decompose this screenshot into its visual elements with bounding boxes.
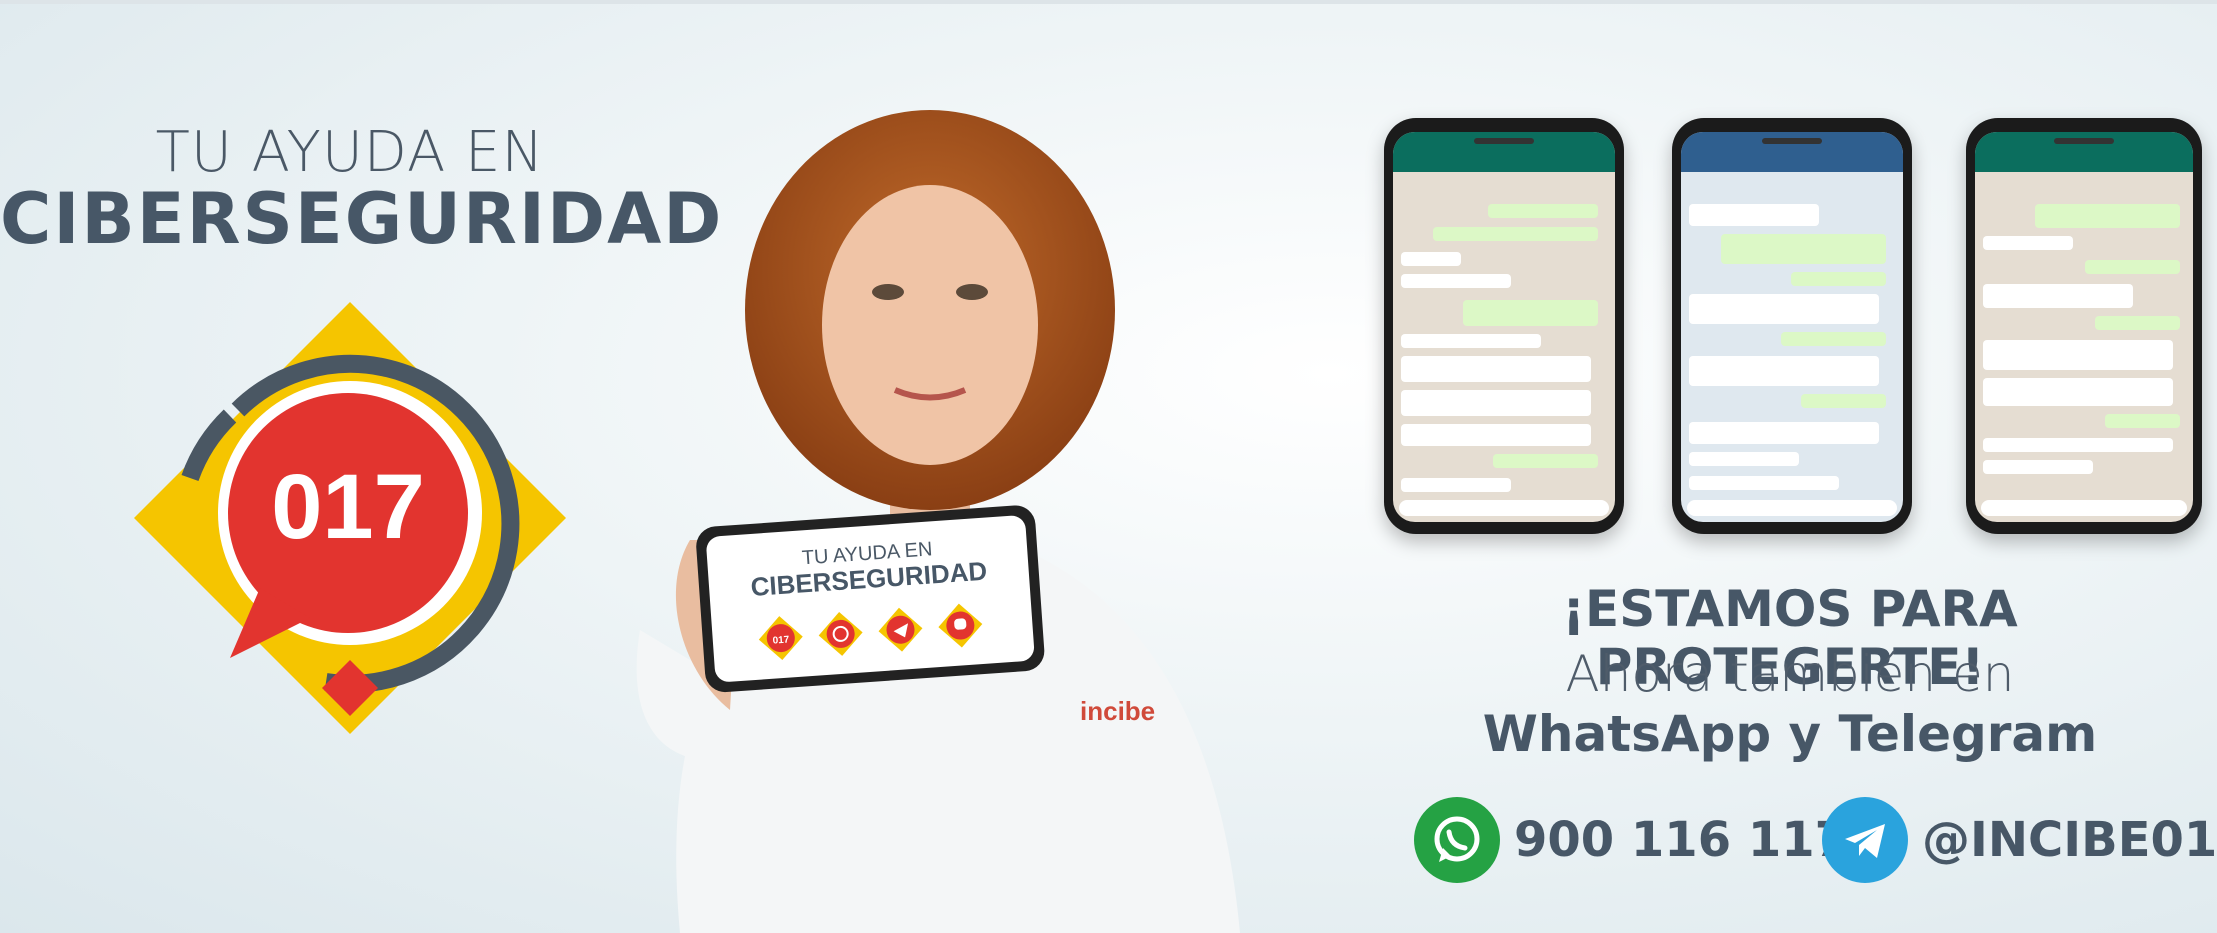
whatsapp-number: 900 116 117 bbox=[1514, 812, 1849, 868]
logo-017: 017 bbox=[134, 302, 566, 734]
telegram-icon bbox=[1822, 797, 1908, 883]
phone-chat-3 bbox=[1966, 118, 2202, 534]
whatsapp-icon bbox=[1414, 797, 1500, 883]
whatsapp-contact[interactable]: 900 116 117 bbox=[1414, 797, 1848, 883]
phone-chat-2 bbox=[1672, 118, 1912, 534]
tagline-subtitle: Ahora también en bbox=[1565, 645, 2015, 703]
woman-photo: incibe TU AYUDA EN CIBERSEGURIDAD 017 bbox=[636, 110, 1240, 933]
headline-small: TU AYUDA EN bbox=[155, 120, 545, 185]
tagline-apps: WhatsApp y Telegram bbox=[1482, 705, 2098, 763]
held-phone: TU AYUDA EN CIBERSEGURIDAD 017 bbox=[696, 505, 1045, 693]
telegram-handle: @INCIBE017 bbox=[1922, 812, 2217, 868]
headline-big: CIBERSEGURIDAD bbox=[0, 178, 724, 260]
top-strip bbox=[0, 0, 2217, 4]
shirt-logo: incibe bbox=[1080, 696, 1155, 726]
svg-text:017: 017 bbox=[772, 635, 790, 647]
telegram-contact[interactable]: @INCIBE017 bbox=[1822, 797, 2217, 883]
phone-chat-1 bbox=[1384, 118, 1624, 534]
logo-number: 017 bbox=[271, 456, 425, 558]
face bbox=[822, 185, 1038, 465]
banner: TU AYUDA EN CIBERSEGURIDAD 017 incibe TU… bbox=[0, 0, 2217, 933]
